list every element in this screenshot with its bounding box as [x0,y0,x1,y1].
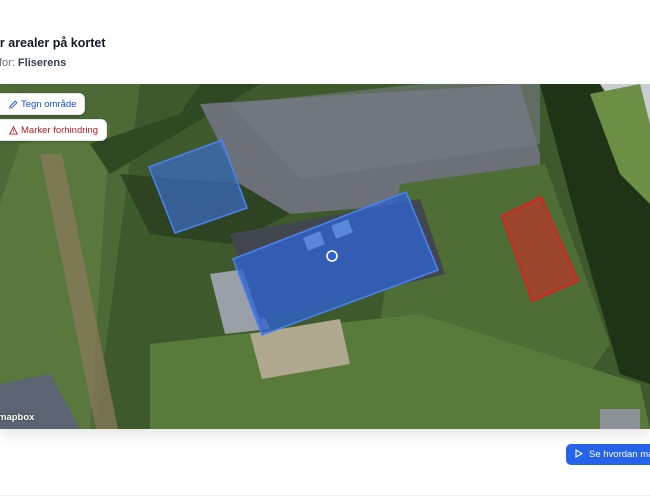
page-header: ker arealer på kortet her for: Fliserens [0,0,650,84]
subtitle-prefix: her for: [0,57,15,69]
satellite-map[interactable]: Tegn område Marker forhindring mapbox [0,84,650,429]
mark-obstacle-button[interactable]: Marker forhindring [0,119,108,141]
draw-area-label: Tegn område [21,98,77,110]
draw-area-button[interactable]: Tegn område [0,93,86,115]
mark-obstacle-label: Marker forhindring [21,124,99,136]
area-center-handle [326,250,338,262]
page-title: ker arealer på kortet [0,36,106,50]
watch-video-button[interactable]: Se hvordan man [566,444,650,465]
page-subtitle: her for: Fliserens [0,57,66,69]
play-icon [575,448,584,461]
divider [0,495,650,496]
watch-video-label: Se hvordan man [589,449,650,460]
pencil-icon [9,100,18,109]
map-attribution[interactable]: mapbox [0,412,34,423]
service-name: Fliserens [17,57,67,69]
warning-triangle-icon [9,125,18,135]
